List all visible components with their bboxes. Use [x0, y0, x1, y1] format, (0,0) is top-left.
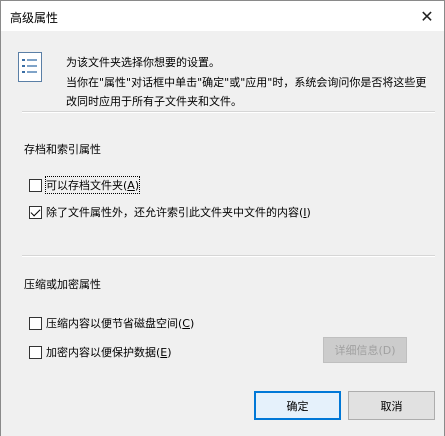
- divider-highlight: [22, 256, 435, 257]
- archive-checkbox-row[interactable]: 可以存档文件夹(A): [29, 176, 141, 194]
- details-button[interactable]: 详细信息(D): [323, 337, 407, 363]
- divider-highlight: [22, 112, 435, 113]
- compress-section-title: 压缩或加密属性: [24, 278, 101, 291]
- cancel-button[interactable]: 取消: [348, 391, 435, 420]
- encrypt-checkbox-label: 加密内容以便保护数据(E): [46, 346, 172, 359]
- index-checkbox-label: 除了文件属性外，还允许索引此文件夹中文件的内容(I): [46, 206, 311, 219]
- properties-list-icon: [18, 52, 42, 82]
- archive-checkbox[interactable]: [29, 178, 42, 192]
- advanced-attributes-dialog: 高级属性 ✕ 为该文件夹选择你想要的设置。 当你在"属性"对话框中单击"确定"或…: [0, 0, 445, 436]
- compress-checkbox[interactable]: [29, 316, 42, 330]
- archive-section-title: 存档和索引属性: [24, 143, 101, 156]
- close-button[interactable]: ✕: [410, 1, 444, 31]
- index-checkbox-row[interactable]: 除了文件属性外，还允许索引此文件夹中文件的内容(I): [29, 204, 311, 220]
- compress-checkbox-label: 压缩内容以便节省磁盘空间(C): [46, 317, 195, 330]
- intro-text: 为该文件夹选择你想要的设置。: [66, 56, 220, 69]
- close-icon: ✕: [420, 6, 434, 26]
- title-bar: 高级属性 ✕: [1, 1, 444, 31]
- intro-description: 当你在"属性"对话框中单击"确定"或"应用"时，系统会询问你是否将这些更改同时应…: [66, 76, 427, 108]
- encrypt-checkbox-row[interactable]: 加密内容以便保护数据(E): [29, 344, 172, 360]
- encrypt-checkbox[interactable]: [29, 345, 42, 359]
- archive-checkbox-label: 可以存档文件夹(A): [44, 176, 141, 194]
- window-title: 高级属性: [10, 11, 59, 25]
- ok-button[interactable]: 确定: [254, 391, 341, 420]
- compress-checkbox-row[interactable]: 压缩内容以便节省磁盘空间(C): [29, 315, 194, 331]
- dialog-content: 为该文件夹选择你想要的设置。 当你在"属性"对话框中单击"确定"或"应用"时，系…: [1, 31, 444, 436]
- index-checkbox[interactable]: [29, 205, 42, 219]
